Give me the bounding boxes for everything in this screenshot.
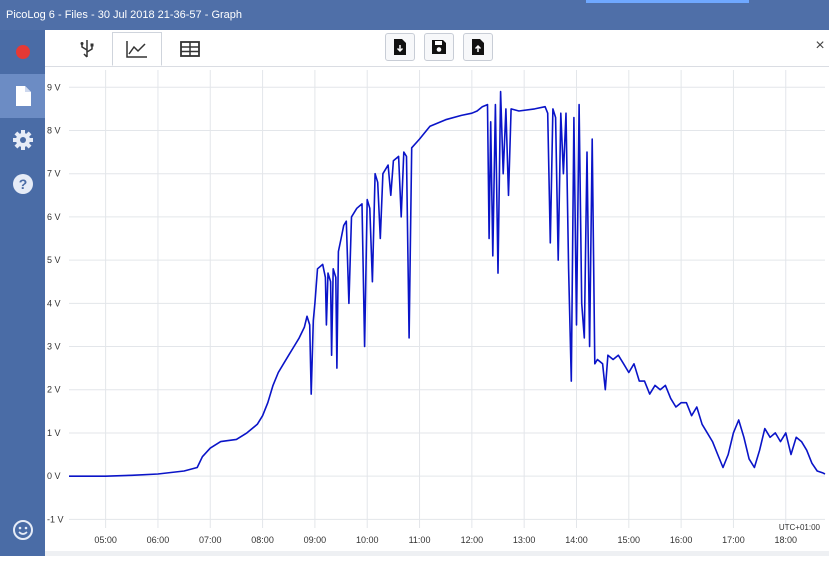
smiley-icon — [12, 520, 33, 540]
files-button[interactable] — [0, 74, 45, 118]
sidebar: ? — [0, 30, 45, 556]
series-line — [69, 90, 826, 477]
x-tick-label: 05:00 — [94, 535, 117, 545]
chart: -1 V 0 V 1 V 2 V 3 V 4 V 5 V 6 V 7 V 8 V 9 V 05:00 0… — [47, 70, 826, 545]
record-button[interactable] — [0, 30, 45, 74]
gear-icon — [12, 130, 33, 150]
y-tick-label: 2 V — [47, 385, 61, 395]
svg-text:?: ? — [18, 176, 27, 192]
tab-table[interactable] — [165, 32, 215, 66]
export-button[interactable] — [463, 33, 493, 61]
timezone-label: UTC+01:00 — [779, 523, 821, 532]
tab-devices[interactable] — [62, 32, 112, 66]
graph-icon — [126, 41, 147, 58]
x-tick-label: 12:00 — [461, 535, 484, 545]
y-tick-label: 0 V — [47, 471, 61, 481]
help-icon: ? — [12, 174, 33, 194]
open-file-button[interactable] — [385, 33, 415, 61]
graph-area[interactable]: -1 V 0 V 1 V 2 V 3 V 4 V 5 V 6 V 7 V 8 V 9 V 05:00 0… — [45, 66, 829, 556]
title-accent — [586, 0, 749, 3]
y-tick-label: 4 V — [47, 298, 61, 308]
x-tick-label: 10:00 — [356, 535, 379, 545]
table-icon — [180, 41, 200, 57]
x-tick-label: 07:00 — [199, 535, 222, 545]
tab-graph[interactable] — [112, 32, 162, 66]
file-icon — [15, 86, 31, 106]
x-tick-label: 08:00 — [251, 535, 274, 545]
feedback-button[interactable] — [0, 508, 45, 552]
y-tick-label: 1 V — [47, 428, 61, 438]
x-tick-label: 09:00 — [304, 535, 327, 545]
save-icon — [432, 40, 446, 54]
settings-button[interactable] — [0, 118, 45, 162]
x-tick-label: 17:00 — [722, 535, 745, 545]
help-button[interactable]: ? — [0, 162, 45, 206]
x-tick-label: 06:00 — [147, 535, 170, 545]
y-tick-label: 6 V — [47, 212, 61, 222]
timeline-strip[interactable] — [45, 551, 829, 556]
x-tick-label: 15:00 — [618, 535, 641, 545]
close-button[interactable]: × — [813, 36, 827, 56]
x-tick-label: 11:00 — [409, 535, 431, 545]
y-tick-label: 5 V — [47, 255, 61, 265]
window-title: PicoLog 6 - Files - 30 Jul 2018 21-36-57… — [6, 9, 243, 21]
usb-icon — [80, 40, 94, 58]
save-button[interactable] — [424, 33, 454, 61]
open-file-icon — [394, 39, 406, 55]
x-tick-label: 16:00 — [670, 535, 693, 545]
x-tick-label: 13:00 — [513, 535, 536, 545]
y-tick-label: 7 V — [47, 169, 61, 179]
y-tick-label: -1 V — [47, 514, 64, 524]
x-tick-label: 18:00 — [774, 535, 797, 545]
y-tick-label: 9 V — [47, 82, 61, 92]
record-icon — [15, 45, 30, 59]
y-tick-label: 8 V — [47, 125, 61, 135]
title-bar: PicoLog 6 - Files - 30 Jul 2018 21-36-57… — [0, 0, 829, 30]
export-icon — [472, 39, 484, 55]
x-tick-label: 14:00 — [565, 535, 588, 545]
toolbar: × — [45, 30, 829, 67]
y-tick-label: 3 V — [47, 342, 61, 352]
